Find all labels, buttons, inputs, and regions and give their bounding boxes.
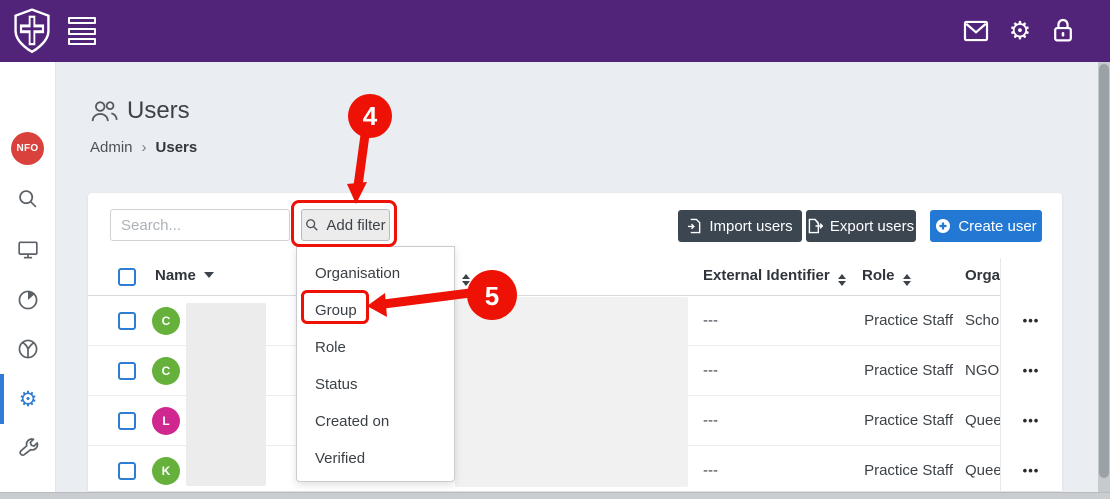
plus-circle-icon <box>936 219 951 233</box>
window-bottom-edge <box>0 492 1110 499</box>
step-4-badge <box>348 94 392 138</box>
row-checkbox[interactable] <box>118 462 136 480</box>
sort-desc-icon <box>203 272 214 278</box>
vertical-scrollbar-track[interactable] <box>1098 62 1110 492</box>
breadcrumb-separator: › <box>141 139 147 156</box>
globe-segments-icon[interactable] <box>16 337 40 361</box>
add-filter-dropdown-menu: Organisation Group Role Status Created o… <box>296 246 455 482</box>
avatar: L <box>152 407 180 435</box>
external-identifier-cell: --- <box>703 412 718 429</box>
filter-option-group[interactable]: Group <box>297 292 454 329</box>
external-identifier-cell: --- <box>703 362 718 379</box>
table-header-row: Name Email address External Identifier R… <box>88 258 1062 296</box>
create-user-button[interactable]: Create user <box>930 210 1042 242</box>
role-cell: Practice Staff <box>864 362 953 379</box>
column-header-role[interactable]: Role <box>862 267 911 286</box>
breadcrumb-current: Users <box>155 139 198 156</box>
redacted-email-column <box>455 297 688 487</box>
filter-option-created-on[interactable]: Created on <box>297 403 454 440</box>
avatar: K <box>152 457 180 485</box>
row-actions-menu-button[interactable]: ••• <box>1001 396 1061 446</box>
avatar: C <box>152 307 180 335</box>
column-header-name[interactable]: Name <box>155 267 214 284</box>
row-actions-menu-button[interactable]: ••• <box>1001 346 1061 396</box>
pie-chart-icon[interactable] <box>16 288 40 312</box>
settings-gear-icon[interactable]: ⚙ <box>1006 16 1034 44</box>
active-nav-indicator <box>0 374 4 424</box>
app-window: ⚙ NFO ⚙ Users Admin › Users Search... Ad… <box>0 0 1110 499</box>
column-header-external-identifier[interactable]: External Identifier <box>703 267 846 286</box>
breadcrumb: Admin › Users <box>90 139 197 156</box>
role-cell: Practice Staff <box>864 462 953 479</box>
import-users-label: Import users <box>709 217 793 235</box>
external-identifier-cell: --- <box>703 312 718 329</box>
import-users-button[interactable]: Import users <box>678 210 802 242</box>
menu-hamburger-icon[interactable] <box>68 17 98 45</box>
step-4-arrow <box>353 134 370 187</box>
create-user-label: Create user <box>958 217 1037 235</box>
filter-option-organisation[interactable]: Organisation <box>297 255 454 292</box>
sort-icon <box>837 274 846 286</box>
file-import-icon <box>688 218 701 234</box>
top-navigation-bar: ⚙ <box>0 0 1110 62</box>
avatar: C <box>152 357 180 385</box>
filter-option-status[interactable]: Status <box>297 366 454 403</box>
row-checkbox[interactable] <box>118 412 136 430</box>
external-identifier-cell: --- <box>703 462 718 479</box>
file-export-icon <box>808 218 823 234</box>
add-filter-label: Add filter <box>326 216 386 234</box>
add-filter-button[interactable]: Add filter <box>301 209 390 241</box>
monitor-icon[interactable] <box>16 238 40 262</box>
row-actions-column: ••• ••• ••• ••• <box>1000 258 1062 491</box>
sort-icon <box>902 274 911 286</box>
breadcrumb-admin-link[interactable]: Admin <box>90 139 133 156</box>
export-users-label: Export users <box>829 217 915 235</box>
vertical-scrollbar-thumb[interactable] <box>1099 64 1109 478</box>
row-actions-menu-button[interactable]: ••• <box>1001 296 1061 346</box>
tools-wrench-icon[interactable] <box>16 434 40 458</box>
search-icon[interactable] <box>16 187 40 211</box>
page-heading: Users <box>90 97 190 125</box>
uq-shield-logo[interactable] <box>12 8 52 54</box>
page-title: Users <box>127 97 190 124</box>
messages-mail-icon[interactable] <box>962 17 990 45</box>
select-all-checkbox[interactable] <box>118 268 136 286</box>
sort-icon <box>462 274 470 286</box>
filter-option-role[interactable]: Role <box>297 329 454 366</box>
step-4-number: 4 <box>363 101 378 131</box>
row-actions-menu-button[interactable]: ••• <box>1001 446 1061 491</box>
role-cell: Practice Staff <box>864 312 953 329</box>
left-sidebar: NFO ⚙ <box>0 62 56 492</box>
lock-icon[interactable] <box>1049 16 1077 44</box>
export-users-button[interactable]: Export users <box>806 210 916 242</box>
users-icon <box>91 101 118 122</box>
filter-option-verified[interactable]: Verified <box>297 440 454 477</box>
users-table-card: Add filter Import users Export users Cre… <box>88 193 1062 491</box>
magnifier-icon <box>306 219 319 231</box>
admin-gear-icon[interactable]: ⚙ <box>16 387 40 411</box>
search-input[interactable] <box>110 209 290 241</box>
org-avatar-badge[interactable]: NFO <box>11 132 44 165</box>
row-checkbox[interactable] <box>118 362 136 380</box>
row-checkbox[interactable] <box>118 312 136 330</box>
role-cell: Practice Staff <box>864 412 953 429</box>
redacted-name-column <box>186 303 266 486</box>
